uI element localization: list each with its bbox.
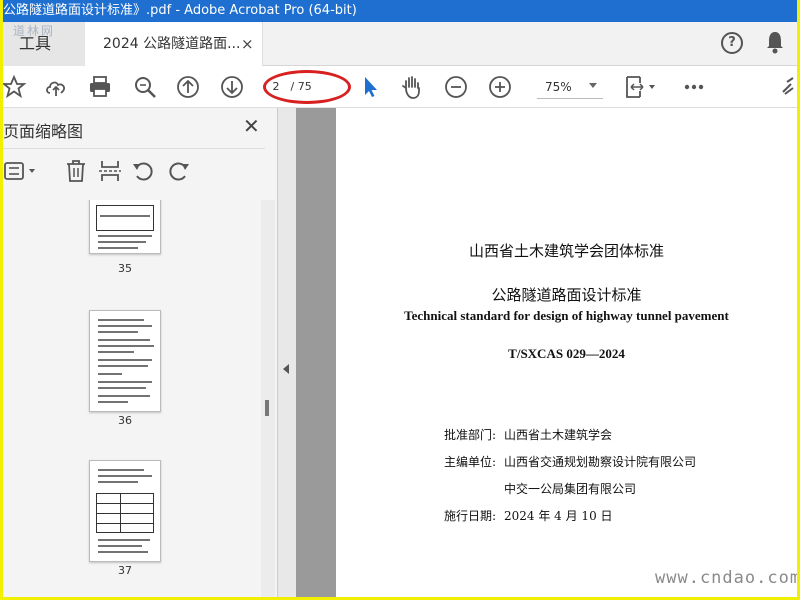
panel-title: 页面缩略图 (3, 122, 84, 141)
print-icon[interactable] (87, 74, 113, 100)
window-title-bar: 公路隧道路面设计标准》.pdf - Adobe Acrobat Pro (64-… (3, 0, 797, 22)
info-key: 批准部门: (444, 428, 497, 442)
thumbnail-list: 35 36 37 (3, 200, 261, 597)
zoom-search-icon[interactable] (132, 74, 158, 100)
thumbnail-scrollbar[interactable] (261, 200, 275, 597)
info-row: 主编单位: 山西省交通规划勘察设计院有限公司 (444, 453, 696, 470)
tab-document[interactable]: 2024 公路隧道路面... (85, 22, 263, 66)
help-icon[interactable]: ? (721, 32, 743, 54)
thumbnail-page-36[interactable] (89, 310, 161, 412)
info-value: 中交一公局集团有限公司 (504, 482, 637, 496)
tab-close-icon[interactable]: × (241, 22, 254, 66)
star-icon[interactable] (3, 74, 27, 100)
site-logo-watermark: 道林网 (13, 24, 56, 38)
acrobat-window: 公路隧道路面设计标准》.pdf - Adobe Acrobat Pro (64-… (3, 0, 797, 597)
more-options-icon[interactable] (681, 74, 707, 100)
thumbnail-options-icon[interactable] (3, 158, 43, 184)
site-watermark: www.cndao.com (655, 568, 797, 588)
thumbnail-page-35[interactable] (89, 200, 161, 254)
window-title: 公路隧道路面设计标准》.pdf - Adobe Acrobat Pro (64-… (3, 3, 357, 18)
cloud-upload-icon[interactable] (43, 74, 69, 100)
chevron-left-icon[interactable] (283, 364, 289, 374)
info-value: 2024 年 4 月 10 日 (504, 509, 613, 523)
document-page: 山西省土木建筑学会团体标准 公路隧道路面设计标准 Technical stand… (336, 108, 797, 597)
trash-icon[interactable] (63, 158, 89, 184)
previous-page-icon[interactable] (175, 74, 201, 100)
document-title-en: Technical standard for design of highway… (404, 308, 729, 323)
insert-page-icon[interactable] (97, 158, 123, 184)
select-cursor-icon[interactable] (357, 74, 383, 100)
zoom-level-value: 75% (545, 80, 572, 94)
fit-page-icon[interactable] (623, 74, 659, 100)
info-value: 山西省交通规划勘察设计院有限公司 (504, 455, 697, 469)
link-icon[interactable] (779, 74, 797, 100)
standard-code: T/SXCAS 029—2024 (508, 346, 625, 361)
org-standard-heading: 山西省土木建筑学会团体标准 (468, 242, 664, 260)
thumbnail-label: 37 (118, 564, 132, 577)
thumbnail-label: 36 (118, 414, 132, 427)
tab-document-label: 2024 公路隧道路面... (103, 36, 241, 52)
info-row: 中交一公局集团有限公司 (444, 480, 636, 497)
panel-divider (3, 148, 265, 149)
hand-tool-icon[interactable] (399, 74, 425, 100)
tab-bar: 工具 道林网 2024 公路隧道路面... × ? (3, 22, 797, 66)
page-thumbnails-panel: 页面缩略图 ✕ 35 36 37 (3, 108, 278, 597)
next-page-icon[interactable] (219, 74, 245, 100)
scrollbar-thumb[interactable] (265, 400, 269, 416)
document-title-cn: 公路隧道路面设计标准 (491, 286, 642, 304)
rotate-counterclockwise-icon[interactable] (131, 158, 157, 184)
rotate-clockwise-icon[interactable] (165, 158, 191, 184)
document-view: 山西省土木建筑学会团体标准 公路隧道路面设计标准 Technical stand… (296, 108, 797, 597)
info-value: 山西省土木建筑学会 (504, 428, 613, 442)
zoom-out-icon[interactable] (443, 74, 469, 100)
info-row: 批准部门: 山西省土木建筑学会 (444, 426, 612, 443)
info-key: 主编单位: (444, 455, 497, 469)
panel-close-icon[interactable]: ✕ (243, 114, 260, 138)
thumbnail-page-37[interactable] (89, 460, 161, 562)
info-row: 施行日期: 2024 年 4 月 10 日 (444, 507, 613, 524)
info-key: 施行日期: (444, 509, 497, 523)
highlight-circle-annotation (263, 70, 351, 104)
thumbnail-label: 35 (118, 262, 132, 275)
zoom-in-icon[interactable] (487, 74, 513, 100)
chevron-down-icon[interactable] (589, 83, 597, 88)
main-toolbar: 2 / 75 75% (3, 66, 797, 108)
panel-collapse-strip[interactable] (278, 108, 296, 597)
bell-icon[interactable] (765, 30, 785, 54)
